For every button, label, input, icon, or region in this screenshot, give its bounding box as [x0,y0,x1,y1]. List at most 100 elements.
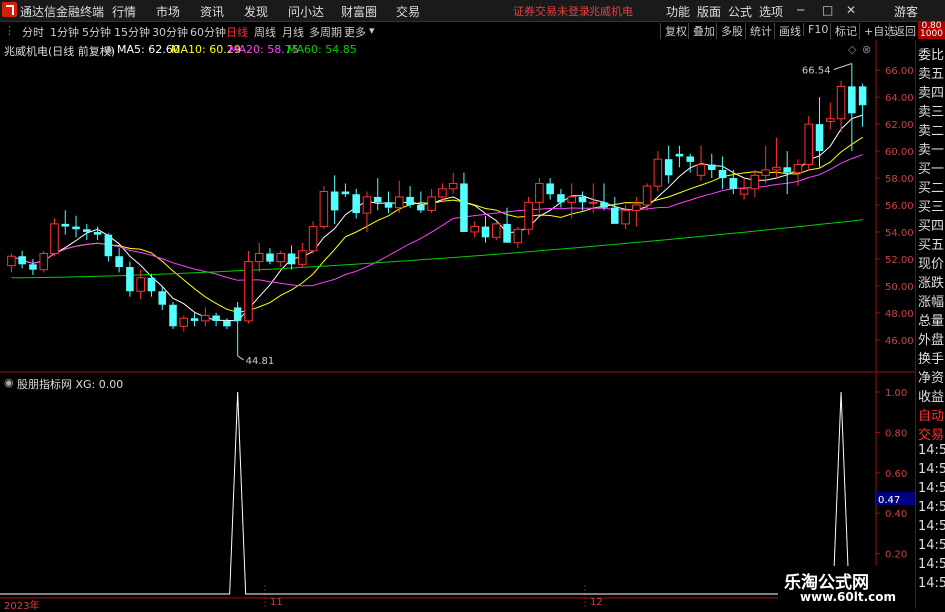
side-panel-item[interactable]: 买四 [918,215,944,234]
menu-layout[interactable]: 版面 [697,3,721,20]
price-tick-label: 54.00 [885,228,914,239]
tab-15min[interactable]: 15分钟 [114,24,150,40]
side-panel-item[interactable]: 14:56 [918,576,945,591]
menu-quotes[interactable]: 行情 [112,3,136,20]
price-tick-label: 46.00 [885,336,914,347]
side-panel-item[interactable]: 14:56 [918,462,945,477]
menu-function[interactable]: 功能 [666,3,690,20]
btn-back[interactable]: 返回 [889,23,916,39]
side-panel-item[interactable]: 现价 [918,253,944,272]
chart-close-icon[interactable]: ⊗ [862,43,871,56]
candle-body-up [319,191,329,228]
menu-assistant[interactable]: 问小达 [288,3,324,20]
tab-60min[interactable]: 60分钟 [190,24,226,40]
btn-mark[interactable]: 标记 [830,23,857,39]
menu-trade[interactable]: 交易 [396,3,420,20]
low-price-label: 44.81 [246,356,275,367]
side-panel-item[interactable]: 自动 [918,405,944,424]
current-stock-name: 兆威机电 [589,5,633,18]
side-panel-item[interactable]: 卖一 [918,139,944,158]
btn-draw[interactable]: 画线 [774,23,801,39]
side-panel-item[interactable]: 14:56 [918,500,945,515]
btn-multi-stock[interactable]: 多股 [716,23,743,39]
indicator-tick-label: 0.40 [885,509,907,520]
side-panel-item[interactable]: 14:56 [918,557,945,572]
side-panel-item[interactable]: 14:56 [918,519,945,534]
side-panel-item[interactable]: 14:56 [918,481,945,496]
indicator-tick-label: 0.80 [885,428,907,439]
indicator-toggle-icon[interactable]: ◉ [4,376,14,389]
side-panel-item[interactable]: 总量 [918,310,944,329]
side-panel-item[interactable]: 涨幅 [918,291,944,310]
chart-settings-icon[interactable]: ◇ [848,43,856,56]
candle-body-down [29,264,37,270]
btn-overlay[interactable]: 叠加 [688,23,715,39]
btn-f10[interactable]: F10 [803,23,828,36]
price-tick-label: 58.00 [885,174,914,185]
side-panel-item[interactable]: 委比 [918,44,944,63]
tab-5min[interactable]: 5分钟 [82,24,111,40]
kline-chart[interactable]: 66.00 64.00 62.00 60.00 58.00 56.00 54.00 52.00… [0,40,915,609]
side-panel-item[interactable]: 买一 [918,158,944,177]
candle-body-down [600,202,608,208]
side-panel-item[interactable]: 卖二 [918,120,944,139]
more-dropdown-icon[interactable]: ▾ [369,24,375,37]
tab-30min[interactable]: 30分钟 [152,24,188,40]
candle-body-down [783,167,791,173]
guest-label[interactable]: 游客 [894,3,918,20]
side-panel-item[interactable]: 净资 [918,367,944,386]
level2-badge: 0.80 1000 [918,22,945,39]
side-panel-item[interactable]: 14:56 [918,538,945,553]
candle-body-down [664,159,673,176]
side-panel-item[interactable]: 买三 [918,196,944,215]
btn-stats[interactable]: 统计 [745,23,772,39]
menu-market[interactable]: 市场 [156,3,180,20]
tab-daily[interactable]: 日线 [226,24,248,40]
candle-body-down [578,196,587,203]
candle-body-up [739,188,749,195]
side-panel-item[interactable]: 外盘 [918,329,944,348]
close-icon[interactable]: ✕ [846,3,856,17]
side-panel-item[interactable]: 换手 [918,348,944,367]
candle-body-up [524,201,533,230]
candle-body-up [448,182,458,190]
candle-body-down [72,226,80,230]
tab-multi-period[interactable]: 多周期 [309,24,342,40]
tab-weekly[interactable]: 周线 [254,24,276,40]
candle-body-up [244,261,253,322]
side-panel-item[interactable]: 14:56 [918,443,945,458]
side-panel-item[interactable]: 涨跌 [918,272,944,291]
side-panel-item[interactable]: 买二 [918,177,944,196]
candle-body-down [417,205,425,211]
btn-adjust[interactable]: 复权 [660,23,687,39]
candle-body-up [254,253,264,263]
candle-body-up [642,185,652,206]
watermark-url: www.60lt.com [800,590,897,604]
tab-timeshare[interactable]: 分时 [22,24,44,40]
tab-more[interactable]: 更多 [344,24,366,40]
candle-body-up [826,118,835,122]
side-panel-item[interactable]: 收益 [918,386,944,405]
candle-body-up [772,166,781,171]
minimize-icon[interactable]: ─ [797,3,804,17]
tab-1min[interactable]: 1分钟 [50,24,79,40]
candle-body-up [696,164,706,176]
side-panel-item[interactable]: 卖三 [918,101,944,120]
candle-body-up [632,204,641,211]
side-panel-item[interactable]: 交易 [918,424,944,443]
maximize-icon[interactable]: □ [822,3,833,17]
menu-news[interactable]: 资讯 [200,3,224,20]
candle-body-up [761,169,770,176]
menu-options[interactable]: 选项 [759,3,783,20]
candle-body-up [395,196,404,209]
side-panel-item[interactable]: 买五 [918,234,944,253]
legend-toggle-icon[interactable]: ◉ [104,43,114,56]
menu-discover[interactable]: 发现 [244,3,268,20]
tab-monthly[interactable]: 月线 [282,24,304,40]
candle-body-down [83,229,91,232]
login-notice[interactable]: 证券交易未登录 [513,3,590,19]
menu-formula[interactable]: 公式 [728,3,752,20]
side-panel-item[interactable]: 卖四 [918,82,944,101]
side-panel-item[interactable]: 卖五 [918,63,944,82]
menu-wealth[interactable]: 财富圈 [341,3,377,20]
